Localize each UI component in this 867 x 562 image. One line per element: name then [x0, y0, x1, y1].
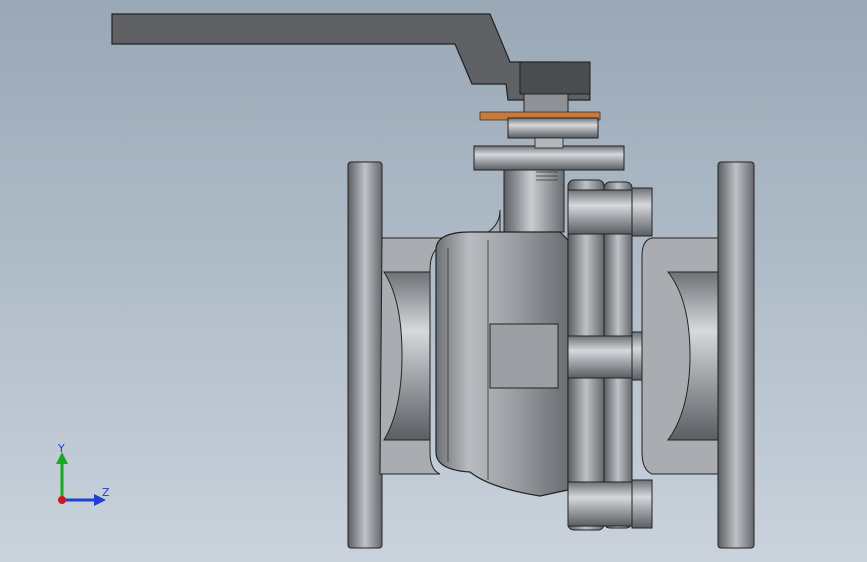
mounting-pad[interactable] — [473, 145, 625, 171]
body-boss[interactable] — [489, 323, 559, 389]
handle-hub[interactable] — [519, 61, 591, 95]
triad-z-label: Z — [102, 486, 110, 499]
right-flange[interactable] — [717, 161, 755, 549]
gland-washer[interactable] — [507, 117, 599, 139]
left-flange[interactable] — [347, 161, 383, 549]
coordinate-triad: Y Z — [48, 440, 118, 510]
bolt-middle[interactable] — [567, 331, 653, 381]
stem[interactable] — [534, 137, 564, 149]
triad-y-label: Y — [58, 442, 65, 455]
bonnet-neck[interactable] — [503, 169, 565, 233]
bolt-top[interactable] — [567, 187, 653, 237]
handle-lever[interactable] — [111, 13, 591, 101]
ball-valve-model[interactable] — [0, 0, 867, 562]
stem-nut[interactable] — [523, 93, 569, 115]
bolt-bottom[interactable] — [567, 479, 653, 529]
graphics-viewport[interactable]: Y Z — [0, 0, 867, 562]
